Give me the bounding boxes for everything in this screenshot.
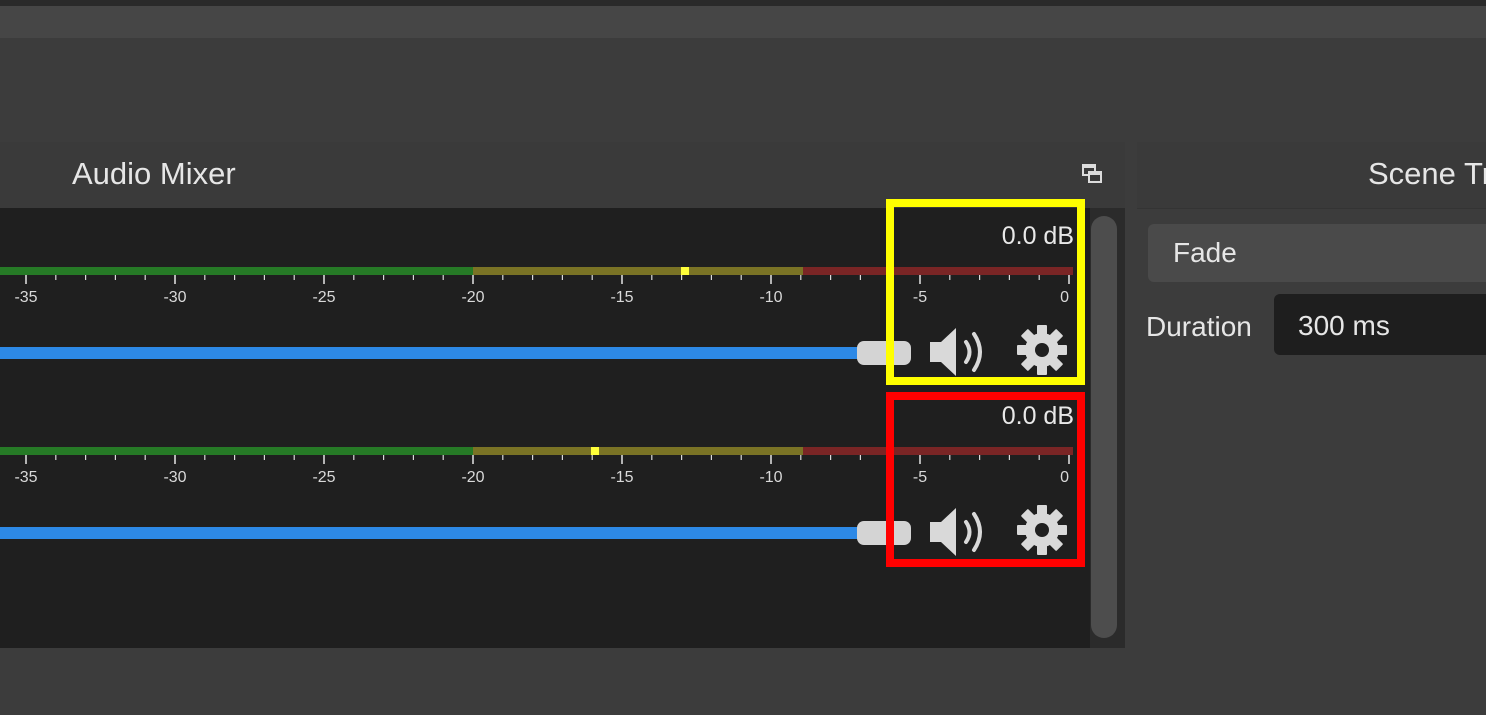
upper-dock-area xyxy=(0,38,1486,142)
highlight-box-yellow xyxy=(886,199,1085,385)
meter-green-segment xyxy=(0,447,473,455)
undock-icon[interactable] xyxy=(1081,163,1103,185)
audio-mixer-title: Audio Mixer xyxy=(72,156,236,191)
transition-select[interactable]: Fade xyxy=(1148,224,1486,282)
meter-tick-label: -20 xyxy=(461,469,484,486)
meter-tick-label: -10 xyxy=(759,469,782,486)
peak-indicator xyxy=(591,447,600,455)
meter-tick-label: -15 xyxy=(610,289,633,306)
meter-green-segment xyxy=(0,267,473,275)
volume-fader-track[interactable] xyxy=(0,527,870,539)
meter-tick-label: -20 xyxy=(461,289,484,306)
meter-yellow-segment xyxy=(473,447,803,455)
bottom-panel-strip xyxy=(0,648,1486,715)
scene-transitions-title-bar: Scene Tr xyxy=(1137,142,1486,209)
scene-transitions-dock: Scene Tr Fade Duration 300 ms xyxy=(1137,142,1486,648)
meter-tick-label: -15 xyxy=(610,469,633,486)
top-panel-strip xyxy=(0,6,1486,38)
duration-label: Duration xyxy=(1146,311,1252,342)
highlight-box-red xyxy=(886,392,1085,567)
meter-tick-label: -25 xyxy=(312,469,335,486)
duration-input[interactable]: 300 ms xyxy=(1274,294,1486,355)
scene-transitions-title: Scene Tr xyxy=(1368,156,1486,191)
meter-tick-label: -35 xyxy=(14,469,37,486)
meter-tick-label: -30 xyxy=(163,469,186,486)
meter-tick-label: -30 xyxy=(163,289,186,306)
meter-tick-label: -25 xyxy=(312,289,335,306)
volume-fader-track[interactable] xyxy=(0,347,870,359)
duration-value: 300 ms xyxy=(1298,310,1390,341)
meter-yellow-segment xyxy=(473,267,803,275)
peak-indicator xyxy=(680,267,689,275)
transition-select-value: Fade xyxy=(1173,237,1237,268)
meter-tick-label: -10 xyxy=(759,289,782,306)
meter-tick-label: -35 xyxy=(14,289,37,306)
mixer-scrollbar-thumb[interactable] xyxy=(1091,216,1117,638)
